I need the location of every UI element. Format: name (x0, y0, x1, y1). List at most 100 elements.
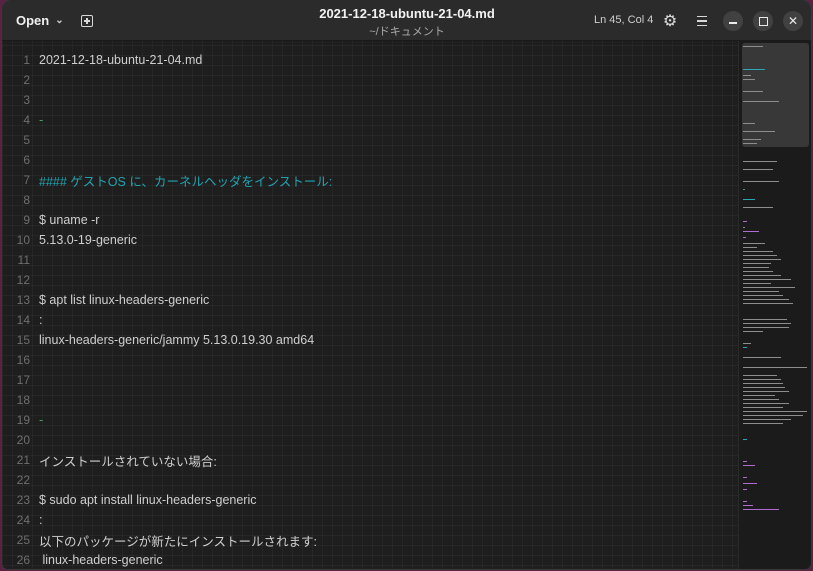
minimap-line (743, 327, 789, 328)
text-editing-area[interactable]: 1 2021-12-18-ubuntu-21-04.md 2 3 4-5 6 7 #### ゲ… (2, 41, 738, 569)
line-text: $ apt list linux-headers-generic (39, 293, 210, 307)
editor-line[interactable]: 7 #### ゲストOS に、カーネルヘッダをインストール: (2, 170, 738, 190)
minimap-line (743, 461, 747, 462)
minimap-line (743, 295, 783, 296)
minimap-line (743, 489, 747, 490)
minimap-line (743, 237, 746, 238)
cursor-position-button[interactable]: Ln 45, Col 4 (594, 14, 653, 26)
minimap-line (743, 181, 779, 182)
line-number: 4 (23, 113, 30, 127)
minimap[interactable] (738, 41, 811, 569)
editor-line[interactable]: 19- (2, 410, 738, 430)
document-title: 2021-12-18-ubuntu-21-04.md (319, 6, 495, 21)
chevron-down-icon: ⌄ (55, 14, 64, 26)
editor-line[interactable]: 6 (2, 150, 738, 170)
line-text: 2021-12-18-ubuntu-21-04.md (39, 53, 203, 67)
minimap-line (743, 439, 747, 440)
editor-line[interactable]: 14: (2, 310, 738, 330)
editor-line[interactable]: 24: (2, 510, 738, 530)
line-text: - (39, 413, 44, 427)
editor-line[interactable]: 23 $ sudo apt install linux-headers-gener… (2, 490, 738, 510)
line-number: 12 (16, 273, 30, 287)
minimize-button[interactable] (723, 11, 743, 31)
minimap-line (743, 275, 781, 276)
minimap-line (743, 247, 757, 248)
minimap-line (743, 91, 763, 92)
editor-line[interactable]: 13 $ apt list linux-headers-generic (2, 290, 738, 310)
editor-line[interactable]: 2 (2, 70, 738, 90)
close-icon: ✕ (787, 14, 799, 28)
editor-line[interactable]: 10 5.13.0-19-generic (2, 230, 738, 250)
minimap-line (743, 465, 755, 466)
editor-line[interactable]: 16 (2, 350, 738, 370)
line-text: インストールされていない場合: (39, 454, 217, 469)
minimap-line (743, 283, 771, 284)
new-tab-button[interactable] (76, 10, 98, 32)
line-number: 16 (16, 353, 30, 367)
minimap-line (743, 207, 773, 208)
minimap-line (743, 279, 791, 280)
line-number: 24 (16, 513, 30, 527)
editor-line[interactable]: 17 (2, 370, 738, 390)
close-button[interactable]: ✕ (783, 11, 803, 31)
minimap-line (743, 419, 791, 420)
editor-line[interactable]: 25 以下のパッケージが新たにインストールされます: (2, 530, 738, 550)
line-number: 5 (23, 133, 30, 147)
line-text: #### ゲストOS に、カーネルヘッダをインストール: (39, 174, 333, 189)
minimap-line (743, 303, 793, 304)
minimap-line (743, 221, 747, 222)
editor-line[interactable]: 5 (2, 130, 738, 150)
minimap-line (743, 255, 777, 256)
line-number: 11 (17, 253, 30, 267)
editor-line[interactable]: 9 $ uname -r (2, 210, 738, 230)
minimap-line (743, 143, 757, 144)
line-number: 18 (16, 393, 30, 407)
header-bar: Open ⌄ 2021-12-18-ubuntu-21-04.md ~/ドキュメ… (2, 0, 811, 41)
editor-line[interactable]: 1 2021-12-18-ubuntu-21-04.md (2, 50, 738, 70)
minimap-line (743, 243, 765, 244)
minimap-line (743, 79, 755, 80)
editor-line[interactable]: 8 (2, 190, 738, 210)
editor-line[interactable]: 26 linux-headers-generic (2, 550, 738, 569)
minimap-line (743, 131, 775, 132)
editor-line[interactable]: 20 (2, 430, 738, 450)
maximize-button[interactable] (753, 11, 773, 31)
editor-line[interactable]: 15 linux-headers-generic/jammy 5.13.0.19.… (2, 330, 738, 350)
minimap-line (743, 139, 761, 140)
line-number: 21 (16, 453, 30, 467)
editor-line[interactable]: 22 (2, 470, 738, 490)
settings-button[interactable]: ⚙ (659, 10, 681, 32)
line-number: 13 (16, 293, 30, 307)
minimap-line (743, 483, 757, 484)
line-text: : (39, 313, 43, 327)
main-menu-button[interactable] (691, 10, 713, 32)
editor-line[interactable]: 4- (2, 110, 738, 130)
line-number: 19 (16, 413, 30, 427)
editor-line[interactable]: 12 (2, 270, 738, 290)
minimap-line (743, 407, 783, 408)
minimap-line (743, 403, 789, 404)
open-button[interactable]: Open ⌄ (8, 8, 72, 32)
text-editor-window: Open ⌄ 2021-12-18-ubuntu-21-04.md ~/ドキュメ… (2, 0, 811, 569)
minimap-line (743, 505, 753, 506)
minimap-line (743, 263, 771, 264)
line-text: - (39, 113, 44, 127)
minimap-line (743, 101, 779, 102)
minimap-line (743, 395, 775, 396)
editor-line[interactable]: 18 (2, 390, 738, 410)
editor-line[interactable]: 3 (2, 90, 738, 110)
minimap-line (743, 501, 747, 502)
minimap-line (743, 399, 779, 400)
line-number: 20 (16, 433, 30, 447)
editor-line[interactable]: 11 (2, 250, 738, 270)
line-text: : (39, 513, 43, 527)
minimap-line (743, 227, 745, 228)
line-number: 15 (16, 333, 30, 347)
minimap-line (743, 46, 763, 47)
hamburger-menu-icon (697, 16, 707, 26)
window-title: 2021-12-18-ubuntu-21-04.md ~/ドキュメント (252, 6, 562, 39)
maximize-icon (758, 16, 768, 26)
minimap-line (743, 287, 795, 288)
minimap-line (743, 331, 763, 332)
editor-line[interactable]: 21 インストールされていない場合: (2, 450, 738, 470)
